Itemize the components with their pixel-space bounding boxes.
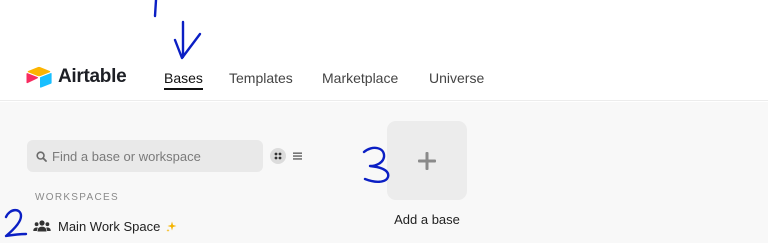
top-header: Airtable Bases Templates Marketplace Uni… (0, 0, 768, 101)
grid-view-toggle[interactable] (270, 148, 286, 164)
list-view-icon (292, 152, 302, 160)
workspaces-heading: WORKSPACES (35, 192, 119, 203)
workspace-item-main[interactable]: Main Work Space (33, 216, 177, 236)
sparkle-icon (166, 221, 177, 232)
grid-view-icon (274, 152, 282, 160)
list-view-toggle[interactable] (291, 150, 303, 162)
tab-bases[interactable]: Bases (164, 70, 203, 90)
workspace-name: Main Work Space (58, 218, 161, 234)
add-base-button[interactable] (387, 121, 467, 200)
add-base-label: Add a base (394, 212, 460, 227)
app-name: Airtable (58, 66, 127, 87)
search-box[interactable] (27, 140, 263, 172)
airtable-logo-icon (26, 66, 52, 88)
users-icon (33, 220, 51, 232)
airtable-logo[interactable]: Airtable (26, 64, 127, 90)
tab-universe[interactable]: Universe (429, 70, 484, 86)
main-content: WORKSPACES Main Work Space Add a base (0, 102, 768, 243)
plus-icon (418, 151, 436, 170)
tab-templates[interactable]: Templates (229, 70, 293, 86)
tab-marketplace[interactable]: Marketplace (322, 70, 398, 86)
search-input[interactable] (52, 148, 252, 164)
search-icon (36, 150, 47, 162)
